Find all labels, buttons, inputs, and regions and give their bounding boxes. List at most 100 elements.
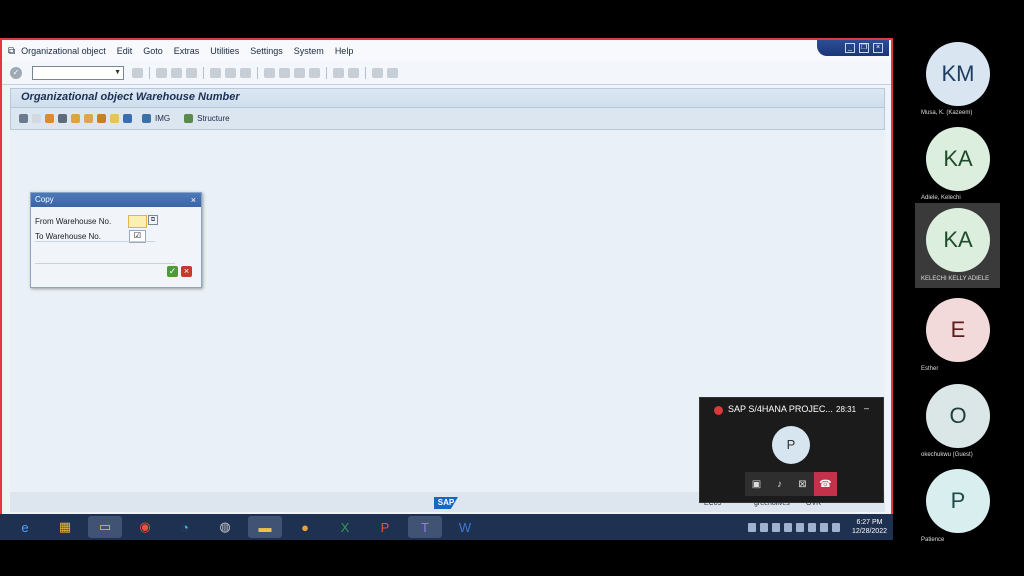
microphone-icon[interactable]: ♪ — [768, 472, 791, 496]
tray-teams-icon[interactable] — [759, 522, 768, 532]
tray-chevron-icon[interactable] — [747, 522, 756, 532]
structure-button[interactable]: Structure — [197, 114, 229, 123]
from-warehouse-input[interactable] — [128, 215, 147, 228]
participant-name: Musa, K. (Kazeem) — [921, 110, 973, 116]
delete-icon[interactable] — [58, 114, 67, 123]
meeting-controls: ▣ ♪ ⊠ ☎ — [745, 472, 837, 496]
menu-extras[interactable]: Extras — [174, 46, 200, 56]
shortcut-icon[interactable] — [348, 68, 359, 78]
tray-network-icon[interactable] — [795, 522, 804, 532]
app-icon[interactable]: ● — [288, 516, 322, 538]
powerpoint-icon[interactable]: P — [368, 516, 402, 538]
edge-icon[interactable]: ◔ — [168, 516, 202, 538]
to-warehouse-label: To Warehouse No. — [35, 232, 101, 241]
cancel-button[interactable]: × — [181, 266, 192, 277]
filter-icon[interactable] — [142, 114, 151, 123]
menu-utilities[interactable]: Utilities — [210, 46, 239, 56]
excel-icon[interactable]: X — [328, 516, 362, 538]
tray-bluetooth-icon[interactable] — [783, 522, 792, 532]
menu-icon[interactable]: ⧉ — [8, 46, 15, 57]
meeting-minimize-icon[interactable]: – — [864, 403, 869, 413]
minimize-icon[interactable]: _ — [845, 43, 855, 53]
save-icon[interactable] — [132, 68, 143, 78]
menu-goto[interactable]: Goto — [143, 46, 163, 56]
file-explorer-icon[interactable]: ▭ — [88, 516, 122, 538]
menu-edit[interactable]: Edit — [117, 46, 133, 56]
from-warehouse-label: From Warehouse No. — [35, 217, 112, 226]
share-icon[interactable]: ⊠ — [791, 472, 814, 496]
meeting-title[interactable]: SAP S/4HANA PROJEC... — [728, 404, 833, 414]
enter-icon[interactable]: ✓ — [10, 67, 22, 79]
menu-settings[interactable]: Settings — [250, 46, 283, 56]
copy-dialog: Copy × From Warehouse No. ⧉ To Warehouse… — [30, 192, 202, 288]
hang-up-icon[interactable]: ☎ — [814, 472, 837, 496]
clock-date: 12/28/2022 — [851, 528, 887, 535]
copy-icon[interactable] — [45, 114, 54, 123]
exit-icon[interactable] — [171, 68, 182, 78]
previous-page-icon[interactable] — [279, 68, 290, 78]
application-toolbar: IMG Structure — [10, 108, 885, 130]
object-list-icon[interactable] — [110, 114, 119, 123]
info-icon[interactable] — [123, 114, 132, 123]
teams-icon[interactable]: T — [408, 516, 442, 538]
windows-taskbar: e ▦ ▭ ◉ ◔ ◍ ▬ ● X P T W 6:27 PM 12/28/20… — [0, 514, 893, 540]
dialog-title: Copy — [35, 195, 54, 204]
participant-name: Esther — [921, 366, 939, 372]
menu-organizational-object[interactable]: Organizational object — [21, 46, 106, 56]
standard-toolbar: ✓ ▼ — [2, 62, 891, 85]
settings-icon[interactable] — [97, 114, 106, 123]
cancel-icon[interactable] — [186, 68, 197, 78]
tray-notification-icon[interactable] — [831, 522, 840, 532]
tray-battery-icon[interactable] — [807, 522, 816, 532]
command-field[interactable]: ▼ — [32, 66, 124, 80]
first-page-icon[interactable] — [264, 68, 275, 78]
sap-logon-icon[interactable]: ▦ — [48, 516, 82, 538]
chevron-down-icon[interactable]: ▼ — [114, 67, 121, 79]
help-icon[interactable] — [372, 68, 383, 78]
internet-explorer-icon[interactable]: e — [8, 516, 42, 538]
tray-volume-icon[interactable] — [819, 522, 828, 532]
participant-name: Adiele, Kelechi — [921, 195, 961, 201]
camera-off-icon[interactable]: ▣ — [745, 472, 768, 496]
word-icon[interactable]: W — [448, 516, 482, 538]
clock-time: 6:27 PM — [856, 519, 883, 526]
find-icon[interactable] — [225, 68, 236, 78]
taskbar-clock[interactable]: 6:27 PM 12/28/2022 — [852, 518, 887, 536]
participant-name: okechukwu (Guest) — [921, 452, 973, 458]
restore-icon[interactable]: ❐ — [859, 43, 869, 53]
participant-tile-active[interactable]: KA KELECHI KELLY ADIELE — [915, 203, 1000, 288]
img-button[interactable]: IMG — [155, 114, 170, 123]
tray-app-icon[interactable] — [771, 522, 780, 532]
new-session-icon[interactable] — [333, 68, 344, 78]
chrome-icon[interactable]: ◉ — [128, 516, 162, 538]
participant-avatar: KM — [926, 42, 990, 106]
next-page-icon[interactable] — [294, 68, 305, 78]
close-icon[interactable]: × — [873, 43, 883, 53]
last-page-icon[interactable] — [309, 68, 320, 78]
window-controls: _ ❐ × — [817, 40, 889, 56]
menu-bar: ⧉ Organizational object Edit Goto Extras… — [2, 40, 891, 62]
create-icon[interactable] — [32, 114, 41, 123]
layout-icon[interactable] — [387, 68, 398, 78]
menu-help[interactable]: Help — [335, 46, 354, 56]
find-next-icon[interactable] — [240, 68, 251, 78]
participant-tile[interactable]: O okechukwu (Guest) — [915, 379, 1000, 464]
structure-icon[interactable] — [184, 114, 194, 123]
sap-gui-icon[interactable]: ▬ — [248, 516, 282, 538]
back-icon[interactable] — [156, 68, 167, 78]
participant-tile[interactable]: KA Adiele, Kelechi — [915, 122, 1000, 207]
participant-avatar: E — [926, 298, 990, 362]
value-help-icon[interactable]: ⧉ — [148, 215, 158, 225]
menu-system[interactable]: System — [294, 46, 324, 56]
print-icon[interactable] — [210, 68, 221, 78]
dialog-close-icon[interactable]: × — [191, 193, 196, 207]
meeting-elapsed: 28:31 — [836, 405, 857, 414]
check-icon[interactable] — [71, 114, 80, 123]
media-icon[interactable]: ◍ — [208, 516, 242, 538]
confirm-button[interactable]: ✓ — [167, 266, 178, 277]
display-change-icon[interactable] — [19, 114, 28, 123]
participant-tile[interactable]: P Patience — [915, 464, 1000, 549]
transport-icon[interactable] — [84, 114, 93, 123]
participant-tile[interactable]: KM Musa, K. (Kazeem) — [915, 37, 1000, 122]
participant-tile[interactable]: E Esther — [915, 293, 1000, 378]
